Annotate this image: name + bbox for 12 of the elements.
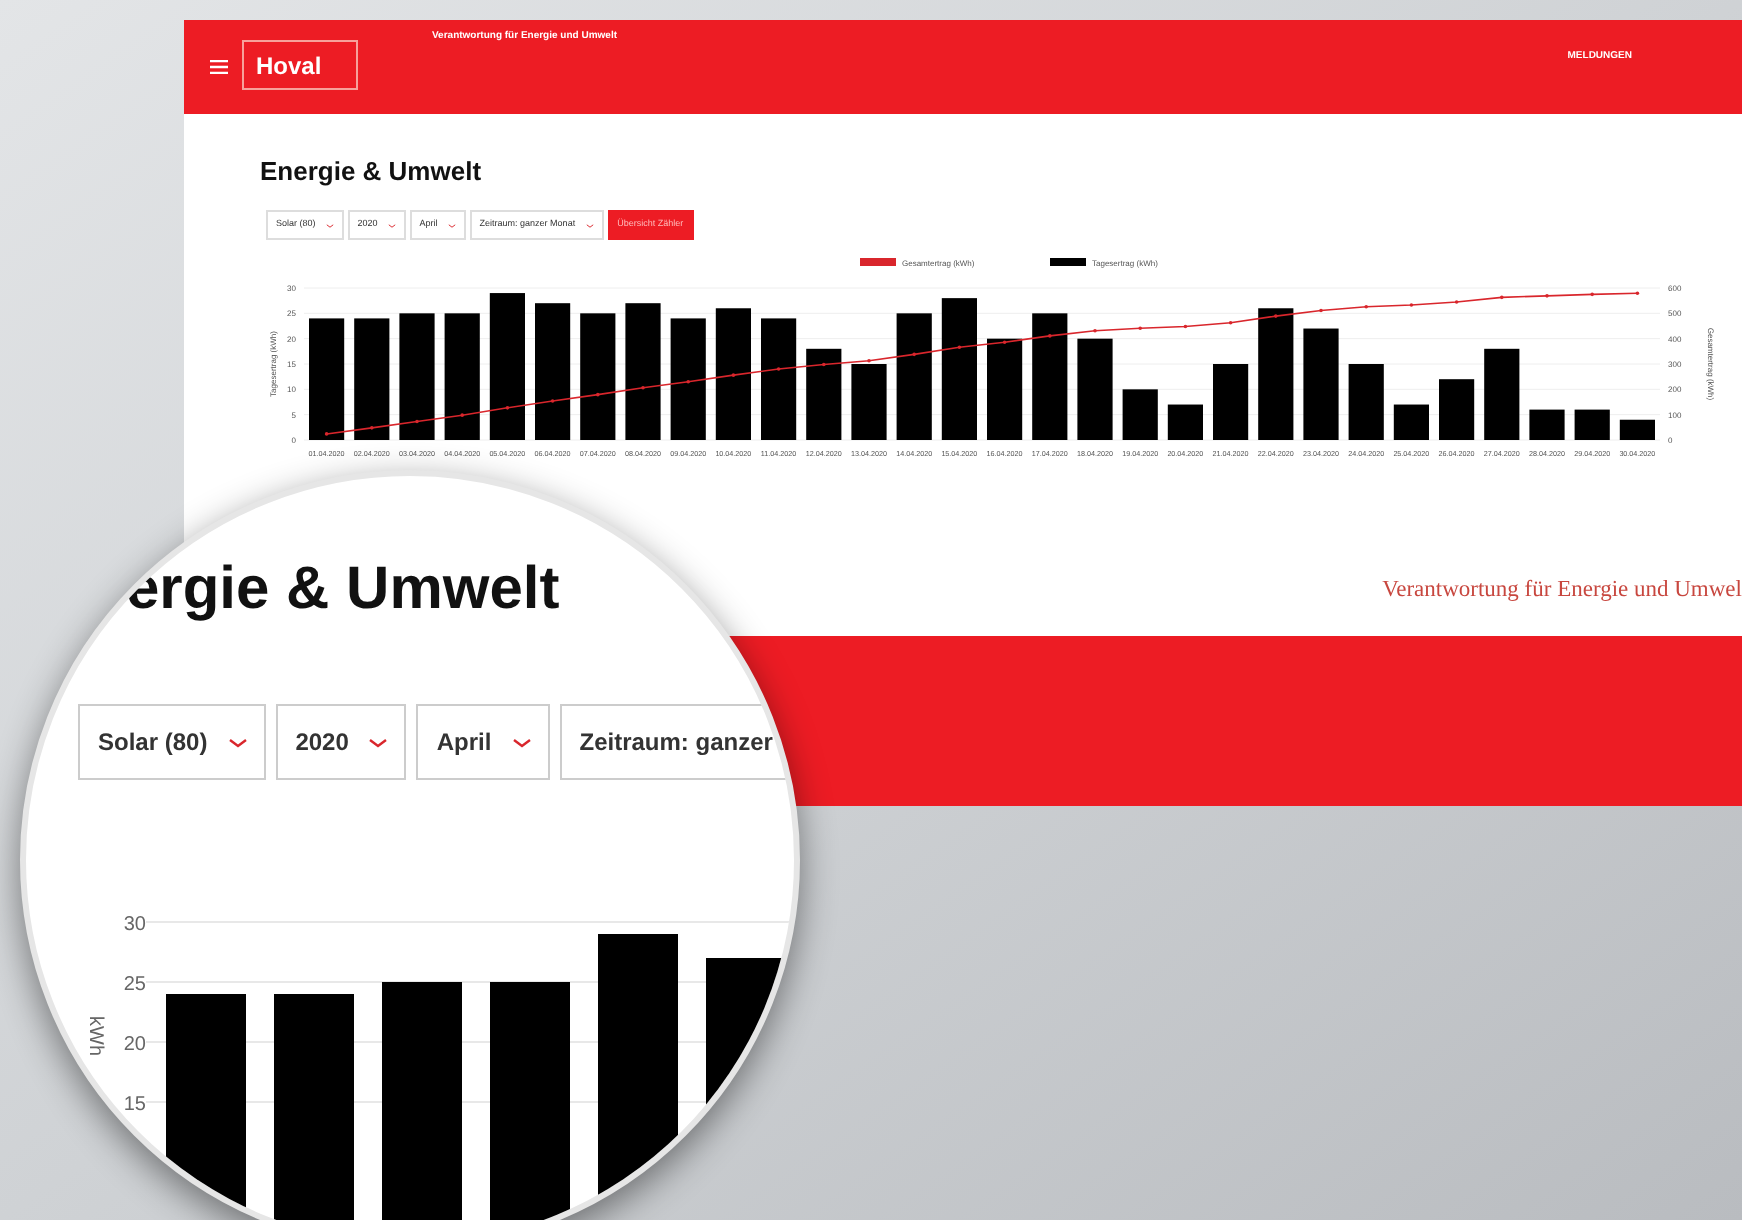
dropdown[interactable]: Solar (80) xyxy=(78,704,266,780)
footer-slogan: Verantwortung für Energie und Umwel xyxy=(1382,575,1742,606)
y-tick-label: 30 xyxy=(123,914,146,936)
dropdown[interactable]: Zeitraum: ganzer xyxy=(559,704,791,780)
y-tick-label: 15 xyxy=(123,1094,146,1116)
logo[interactable]: Hoval xyxy=(242,40,358,90)
y-tick-label: 20 xyxy=(123,1034,146,1056)
dropdown[interactable]: April xyxy=(416,704,550,780)
page-title: Energie & Umwelt xyxy=(260,158,484,184)
y-axis-title: kWh xyxy=(84,1016,106,1056)
dropdown[interactable]: 2020 xyxy=(275,704,407,780)
y-tick-label: 25 xyxy=(123,974,146,996)
